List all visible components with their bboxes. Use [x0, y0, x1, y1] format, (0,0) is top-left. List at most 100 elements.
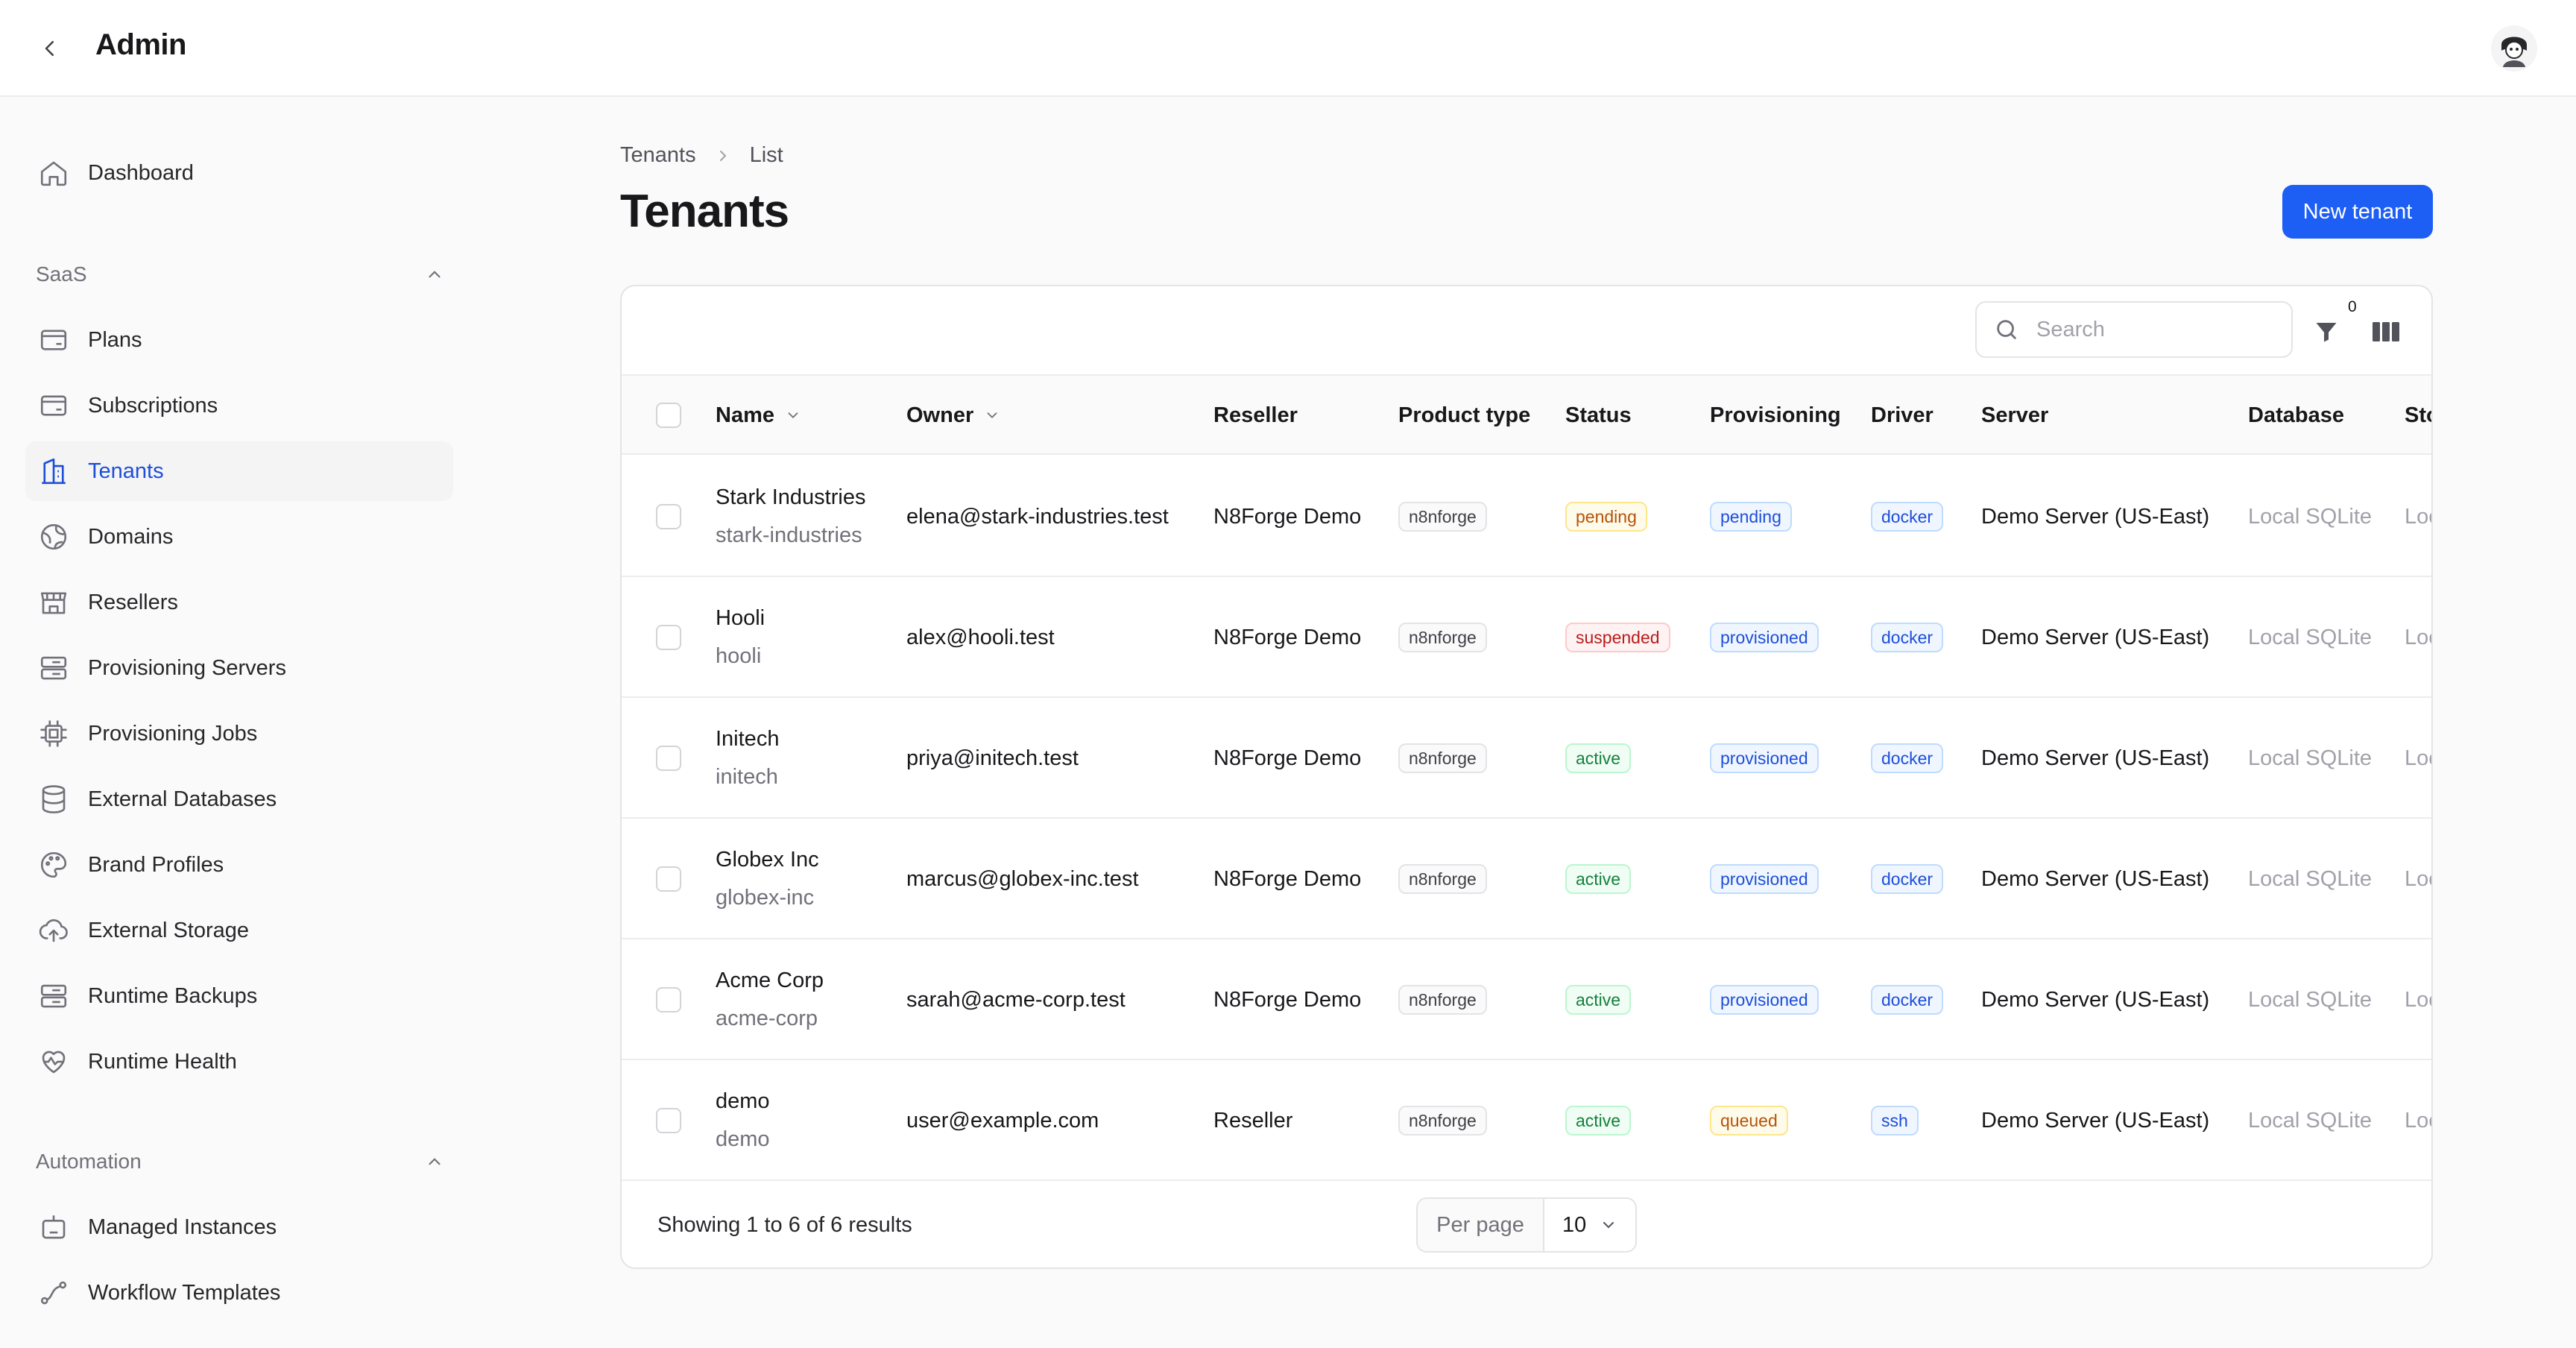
tenant-name: Globex Inc — [716, 848, 819, 872]
table-footer: Showing 1 to 6 of 6 results Per page 10 — [622, 1180, 2431, 1267]
driver-badge: docker — [1871, 985, 1944, 1015]
sidebar-item-label: Provisioning Servers — [88, 655, 286, 680]
database-name: Local SQLite — [2248, 987, 2373, 1012]
driver-cell: docker — [1871, 456, 1944, 577]
status-badge: active — [1565, 864, 1632, 894]
tenant-name-cell: Initech initech — [716, 698, 779, 819]
sidebar-item-managed-instances[interactable]: Managed Instances — [25, 1197, 453, 1257]
status-cell: active — [1565, 939, 1632, 1060]
search-box[interactable] — [1975, 301, 2293, 358]
sidebar-item-label: Managed Instances — [88, 1215, 277, 1239]
driver-badge: docker — [1871, 864, 1944, 894]
sidebar-item-external-databases[interactable]: External Databases — [25, 769, 453, 829]
table-toolbar: 0 — [622, 286, 2431, 376]
tenant-name: Acme Corp — [716, 969, 824, 992]
driver-cell: ssh — [1871, 1060, 1919, 1181]
chevron-right-icon — [714, 147, 732, 165]
row-checkbox[interactable] — [656, 625, 681, 650]
sidebar-item-domains[interactable]: Domains — [25, 507, 453, 567]
row-checkbox[interactable] — [656, 746, 681, 771]
breadcrumb-item-tenants[interactable]: Tenants — [620, 143, 696, 168]
driver-badge: docker — [1871, 743, 1944, 773]
server-name: Demo Server (US-East) — [1981, 625, 2210, 649]
row-checkbox[interactable] — [656, 866, 681, 892]
reseller-name: N8Forge Demo — [1213, 746, 1362, 770]
database-name: Local SQLite — [2248, 746, 2373, 770]
column-header-name[interactable]: Name — [716, 376, 801, 455]
sidebar-item-label: Provisioning Jobs — [88, 721, 258, 746]
status-badge: suspended — [1565, 623, 1670, 652]
sidebar-item-tenants[interactable]: Tenants — [25, 441, 453, 501]
app-title: Admin — [95, 28, 186, 61]
sidebar: Dashboard SaaS Plans Subscriptions Tenan… — [0, 98, 462, 1348]
tenant-name-cell: Hooli hooli — [716, 577, 765, 698]
database-name: Local SQLite — [2248, 1108, 2373, 1133]
sidebar-item-resellers[interactable]: Resellers — [25, 573, 453, 632]
filter-count-badge: 0 — [2348, 298, 2357, 315]
sidebar-item-label: Workflow Templates — [88, 1280, 281, 1305]
tenant-slug: initech — [716, 765, 778, 789]
sidebar-item-brand-profiles[interactable]: Brand Profiles — [25, 835, 453, 895]
table-row[interactable]: demo demo user@example.com Reseller n8nforge… — [622, 1060, 2431, 1181]
search-input[interactable] — [2036, 317, 2275, 342]
table-row[interactable]: Acme Corp acme-corp sarah@acme-corp.test N8… — [622, 939, 2431, 1060]
cloud-upload-icon — [25, 901, 82, 960]
sidebar-item-provisioning-servers[interactable]: Provisioning Servers — [25, 638, 453, 698]
row-checkbox[interactable] — [656, 987, 681, 1012]
sidebar-item-dashboard[interactable]: Dashboard — [25, 143, 453, 203]
table-row[interactable]: Globex Inc globex-inc marcus@globex-inc.te… — [622, 819, 2431, 939]
globe-icon — [25, 507, 82, 567]
provisioning-cell: provisioned — [1710, 577, 1819, 698]
server-icon — [25, 638, 82, 698]
avatar[interactable] — [2491, 25, 2537, 72]
table-row[interactable]: Hooli hooli alex@hooli.test N8Forge Demo n8n… — [622, 577, 2431, 698]
select-all-checkbox[interactable] — [656, 403, 681, 428]
columns-icon — [2373, 322, 2399, 341]
chevron-up-icon — [429, 271, 441, 278]
sidebar-item-label: Plans — [88, 327, 142, 352]
status-badge: active — [1565, 985, 1632, 1015]
filter-button[interactable] — [2308, 313, 2345, 350]
status-cell: active — [1565, 698, 1632, 819]
product-type-badge: n8nforge — [1398, 985, 1487, 1015]
server-icon — [25, 966, 82, 1026]
column-header-owner[interactable]: Owner — [906, 376, 1000, 455]
per-page-select[interactable]: 10 — [1544, 1199, 1635, 1251]
provisioning-badge: provisioned — [1710, 985, 1819, 1015]
user-avatar-icon — [2492, 26, 2536, 71]
sidebar-item-plans[interactable]: Plans — [25, 310, 453, 370]
sidebar-item-runtime-health[interactable]: Runtime Health — [25, 1032, 453, 1092]
product-type-cell: n8nforge — [1398, 456, 1487, 577]
sidebar-item-workflow-templates[interactable]: Workflow Templates — [25, 1263, 453, 1323]
storage-name: Loc — [2405, 866, 2431, 891]
provisioning-cell: queued — [1710, 1060, 1788, 1181]
table-row[interactable]: Initech initech priya@initech.test N8Forge … — [622, 698, 2431, 819]
status-cell: pending — [1565, 456, 1647, 577]
sidebar-item-provisioning-jobs[interactable]: Provisioning Jobs — [25, 704, 453, 763]
tenant-slug: demo — [716, 1127, 770, 1151]
driver-cell: docker — [1871, 577, 1944, 698]
breadcrumb-item-list: List — [749, 143, 783, 167]
row-checkbox[interactable] — [656, 504, 681, 529]
column-header-status: Status — [1565, 403, 1632, 427]
top-bar: Admin — [0, 0, 2576, 97]
sidebar-group-automation[interactable]: Automation — [36, 1139, 444, 1184]
column-toggle-button[interactable] — [2366, 313, 2406, 350]
sidebar-item-label: Domains — [88, 524, 174, 549]
sidebar-item-subscriptions[interactable]: Subscriptions — [25, 376, 453, 435]
tenant-slug: hooli — [716, 644, 762, 668]
column-header-database: Database — [2248, 403, 2344, 427]
table-row[interactable]: Stark Industries stark-industries elena@st… — [622, 456, 2431, 577]
sidebar-group-saas[interactable]: SaaS — [36, 252, 444, 297]
sidebar-item-runtime-backups[interactable]: Runtime Backups — [25, 966, 453, 1026]
row-checkbox[interactable] — [656, 1108, 681, 1133]
new-tenant-button[interactable]: New tenant — [2282, 185, 2433, 239]
sidebar-item-external-storage[interactable]: External Storage — [25, 901, 453, 960]
funnel-icon — [2316, 323, 2337, 342]
storage-name: Loc — [2405, 1108, 2431, 1133]
storefront-icon — [25, 573, 82, 632]
server-name: Demo Server (US-East) — [1981, 504, 2210, 529]
owner-email: elena@stark-industries.test — [906, 504, 1169, 529]
back-button[interactable] — [33, 31, 67, 66]
driver-badge: docker — [1871, 502, 1944, 532]
